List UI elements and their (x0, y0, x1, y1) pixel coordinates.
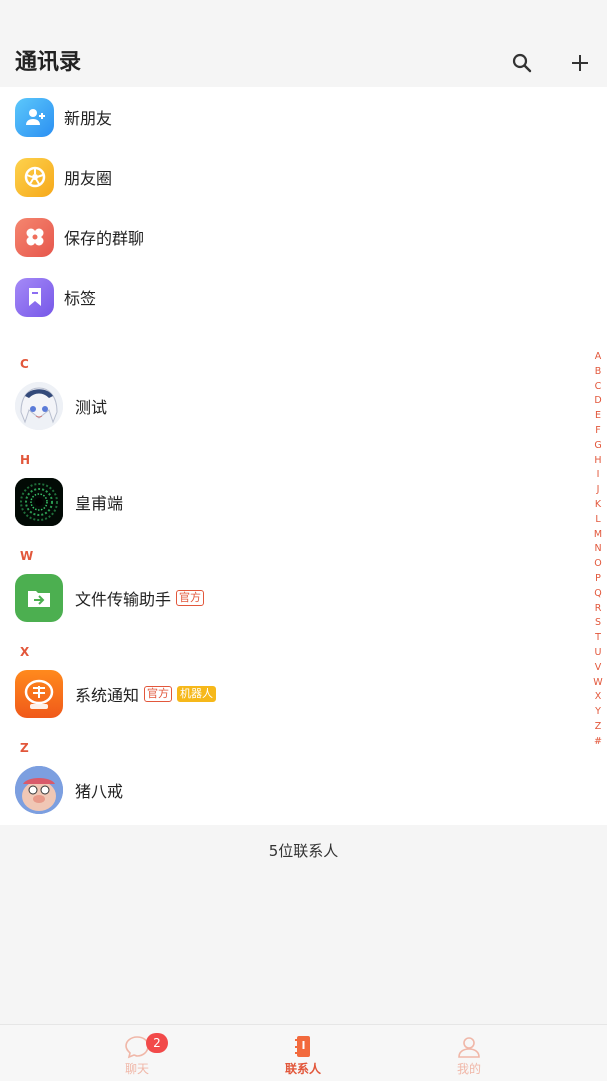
alphabet-letter[interactable]: D (594, 394, 601, 409)
feature-moments[interactable]: 朋友圈 (0, 147, 590, 207)
contacts-panel: 新朋友 朋友圈 保存的群聊 标签 C 测试 H 皇甫端 W 文件传输助手 官方 … (0, 87, 607, 825)
contact-row[interactable]: 系统通知 官方 机器人 (0, 664, 590, 724)
tab-label: 我的 (456, 1062, 481, 1076)
avatar (15, 382, 63, 430)
contact-name: 猪八戒 (75, 782, 124, 801)
page-title: 通讯录 (15, 50, 82, 75)
alphabet-letter[interactable]: Z (595, 720, 602, 735)
feature-tags[interactable]: 标签 (0, 267, 590, 327)
alphabet-letter[interactable]: Q (594, 587, 601, 602)
group-chat-icon (15, 217, 54, 257)
section-letter: H (20, 453, 31, 467)
avatar (15, 478, 63, 526)
contact-name: 皇甫端 (75, 494, 124, 513)
feature-label: 保存的群聊 (64, 229, 145, 248)
alphabet-letter[interactable]: U (595, 646, 602, 661)
official-tag: 官方 (144, 686, 173, 702)
contact-row[interactable]: 皇甫端 (0, 472, 590, 532)
alphabet-letter[interactable]: F (595, 424, 600, 439)
profile-icon (456, 1035, 482, 1059)
alphabet-letter[interactable]: E (595, 409, 601, 424)
contact-name: 测试 (75, 398, 108, 417)
alphabet-letter[interactable]: A (595, 350, 602, 365)
contact-row[interactable]: 文件传输助手 官方 (0, 568, 590, 628)
unread-badge: 2 (146, 1033, 168, 1053)
section-letter: C (20, 357, 29, 371)
contact-row[interactable]: 猪八戒 (0, 760, 590, 820)
alphabet-letter[interactable]: Y (595, 705, 601, 720)
feature-label: 新朋友 (64, 109, 113, 128)
file-transfer-icon (15, 574, 63, 622)
tab-label: 联系人 (284, 1062, 321, 1076)
section-letter: X (20, 645, 30, 659)
alphabet-letter[interactable]: R (595, 602, 602, 617)
alphabet-letter[interactable]: K (595, 498, 601, 513)
alphabet-letter[interactable]: M (594, 528, 602, 543)
search-icon (512, 53, 532, 73)
robot-tag: 机器人 (177, 686, 217, 702)
alphabet-letter[interactable]: J (597, 483, 600, 498)
feature-label: 标签 (64, 289, 97, 308)
contact-name-text: 文件传输助手 (75, 590, 172, 609)
section-letter: Z (20, 741, 29, 755)
official-tag: 官方 (176, 590, 205, 606)
contact-name: 文件传输助手 官方 (75, 586, 205, 610)
feature-saved-groups[interactable]: 保存的群聊 (0, 207, 590, 267)
alphabet-letter[interactable]: P (595, 572, 601, 587)
alphabet-letter[interactable]: G (594, 439, 601, 454)
contact-name-text: 系统通知 (75, 686, 140, 705)
add-button[interactable] (565, 48, 595, 78)
tab-label: 聊天 (124, 1062, 149, 1076)
avatar (15, 766, 63, 814)
alphabet-index[interactable]: A B C D E F G H I J K L M N O P Q R S T U V W X Y Z # (590, 350, 606, 750)
alphabet-letter[interactable]: V (595, 661, 602, 676)
alphabet-letter[interactable]: I (597, 468, 600, 483)
add-friend-icon (15, 97, 54, 137)
alphabet-letter[interactable]: X (595, 690, 602, 705)
section-letter: W (20, 549, 34, 563)
tab-profile[interactable]: 我的 (429, 1025, 509, 1081)
contact-count: 5位联系人 (268, 842, 339, 860)
alphabet-letter[interactable]: B (595, 365, 602, 380)
alphabet-letter[interactable]: C (595, 380, 602, 395)
contact-name: 系统通知 官方 机器人 (75, 682, 217, 706)
plus-icon (572, 55, 588, 71)
alphabet-letter[interactable]: N (594, 542, 601, 557)
tag-icon (15, 277, 54, 317)
alphabet-letter[interactable]: S (595, 616, 601, 631)
contact-row[interactable]: 测试 (0, 376, 590, 436)
contacts-icon (290, 1035, 316, 1059)
tab-chat[interactable]: 聊天 (97, 1025, 177, 1081)
alphabet-letter[interactable]: # (594, 735, 602, 750)
system-notification-icon (15, 670, 63, 718)
alphabet-letter[interactable]: L (595, 513, 600, 528)
tab-contacts[interactable]: 联系人 (263, 1025, 343, 1081)
alphabet-letter[interactable]: H (594, 454, 601, 469)
bottom-tab-bar: 聊天 2 联系人 我的 (0, 1024, 607, 1081)
alphabet-letter[interactable]: W (593, 676, 602, 691)
feature-label: 朋友圈 (64, 169, 113, 188)
alphabet-letter[interactable]: O (594, 557, 601, 572)
search-button[interactable] (507, 48, 537, 78)
alphabet-letter[interactable]: T (595, 631, 601, 646)
feature-new-friends[interactable]: 新朋友 (0, 87, 590, 147)
moments-icon (15, 157, 54, 197)
header-bar: 通讯录 (0, 0, 607, 87)
